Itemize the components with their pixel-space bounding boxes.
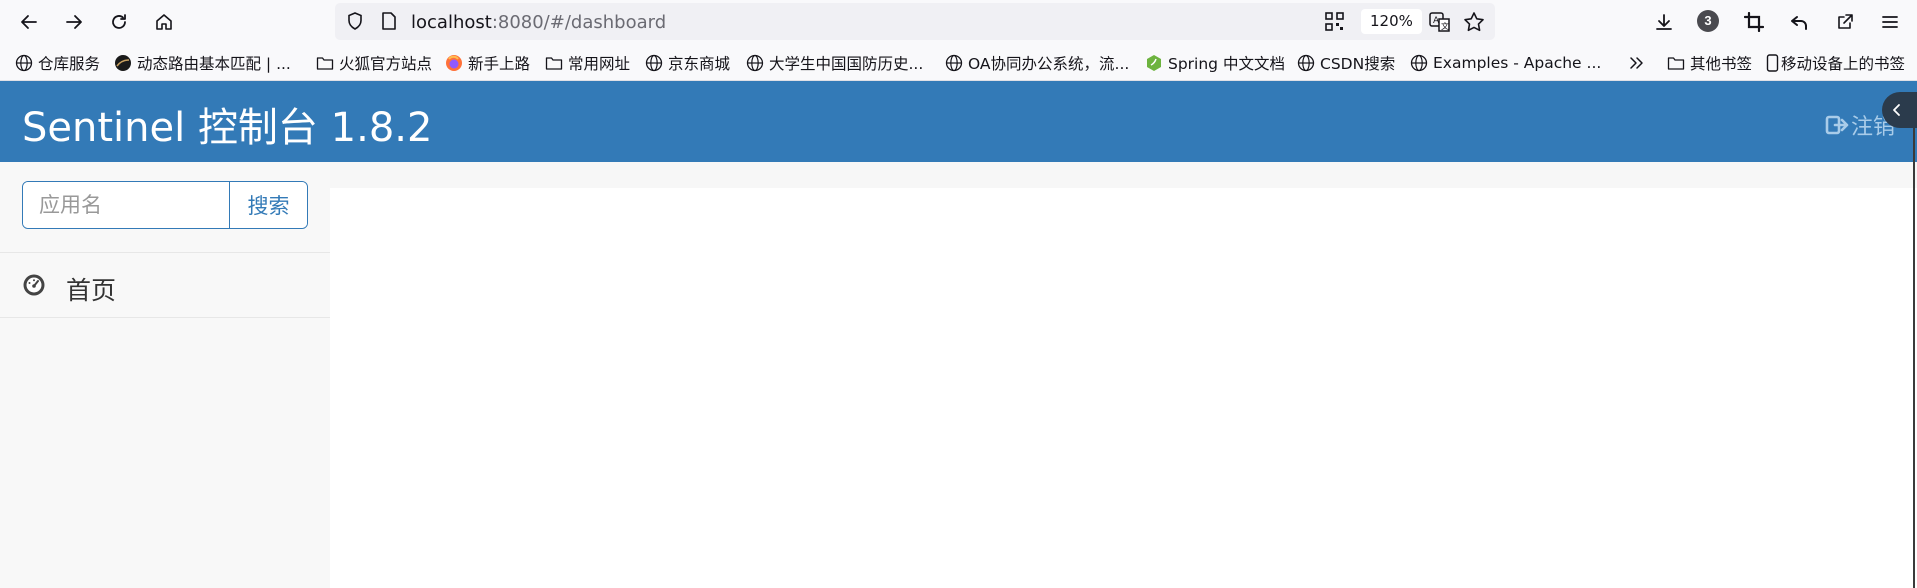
app-header: Sentinel 控制台 1.8.2 注销 (0, 81, 1917, 162)
share-icon (1838, 14, 1853, 29)
dashboard-icon (23, 274, 45, 296)
qr-code-icon[interactable] (1325, 12, 1344, 31)
menu-icon (1882, 16, 1898, 28)
content-top-strip (330, 162, 1917, 188)
globe-icon (746, 54, 764, 72)
firefox-icon (445, 54, 463, 72)
undo-icon (1791, 16, 1807, 30)
globe-icon (945, 54, 963, 72)
bookmark-label: CSDN搜索 (1320, 55, 1396, 73)
back-button[interactable] (13, 6, 45, 38)
bookmark-item[interactable]: Spring 中文文档 (1145, 52, 1285, 74)
sidebar: 搜索 首页 (0, 162, 330, 588)
reload-button[interactable] (103, 6, 135, 38)
bookmark-label: 仓库服务 (38, 55, 101, 73)
url-path: :8080/#/dashboard (491, 12, 667, 33)
home-button[interactable] (148, 6, 180, 38)
site-favicon-icon (114, 54, 132, 72)
bookmark-label: 移动设备上的书签 (1781, 55, 1906, 73)
bookmark-label: 动态路由基本匹配 | ... (137, 55, 291, 73)
zoom-level[interactable]: 120% (1361, 9, 1422, 34)
bookmark-label: 京东商城 (668, 55, 731, 73)
app-name-search-input[interactable] (23, 182, 229, 228)
bookmark-item[interactable]: 京东商城 (645, 52, 730, 74)
bookmark-item[interactable]: OA协同办公系统，流... (945, 52, 1129, 74)
bookmark-folder[interactable]: 常用网址 (545, 52, 630, 74)
bookmark-folder[interactable]: 火狐官方站点 (316, 52, 432, 74)
bookmark-label: Spring 中文文档 (1168, 55, 1285, 73)
bookmark-label: 常用网址 (568, 55, 631, 73)
globe-icon (1297, 54, 1315, 72)
chevron-left-icon (1893, 104, 1900, 116)
undo-button[interactable] (1783, 6, 1815, 38)
sidebar-collapse-toggle[interactable] (1882, 92, 1917, 128)
bookmark-label: 大学生中国国防历史... (769, 55, 924, 73)
bookmark-label: Examples - Apache ... (1433, 54, 1602, 72)
globe-icon (645, 54, 663, 72)
folder-icon (316, 54, 334, 72)
globe-icon (15, 54, 33, 72)
share-button[interactable] (1829, 6, 1861, 38)
bookmark-label: 新手上路 (468, 55, 531, 73)
crop-button[interactable] (1738, 6, 1770, 38)
back-icon (21, 15, 37, 29)
spring-icon (1145, 54, 1163, 72)
bookmark-folder-other[interactable]: 其他书签 (1667, 52, 1752, 74)
downloads-button[interactable] (1648, 6, 1680, 38)
search-button[interactable]: 搜索 (229, 182, 307, 228)
url-host: localhost (411, 12, 492, 33)
forward-icon (66, 15, 82, 29)
bookmark-item[interactable]: 动态路由基本匹配 | ... (114, 52, 291, 74)
bookmark-item[interactable]: 新手上路 (445, 52, 530, 74)
bookmark-label: 火狐官方站点 (339, 55, 433, 73)
extensions-badge[interactable]: 3 (1697, 10, 1719, 32)
dashboard-content (330, 188, 1913, 588)
sidebar-item-home[interactable]: 首页 (0, 253, 330, 316)
svg-text:文: 文 (1441, 21, 1449, 31)
bookmark-item[interactable]: 大学生中国国防历史... (746, 52, 923, 74)
bookmark-folder-mobile[interactable]: 移动设备上的书签 (1766, 52, 1905, 74)
app-search-group: 搜索 (22, 181, 308, 229)
bookmarks-bar: 仓库服务 动态路由基本匹配 | ... 火狐官方站点 新手上路 常用网址 京东商… (0, 43, 1917, 81)
bookmark-item[interactable]: Examples - Apache ... (1410, 52, 1601, 74)
home-icon (156, 14, 172, 30)
sidebar-divider (0, 317, 330, 318)
mobile-device-icon (1766, 54, 1779, 72)
bookmark-label: 其他书签 (1690, 55, 1753, 73)
bookmark-label: OA协同办公系统，流... (968, 55, 1130, 73)
app-title[interactable]: Sentinel 控制台 1.8.2 (22, 95, 432, 153)
menu-button[interactable] (1874, 6, 1906, 38)
browser-toolbar: localhost:8080/#/dashboard 120% A文 3 (0, 0, 1917, 43)
reload-icon (112, 14, 126, 29)
star-icon[interactable] (1463, 11, 1485, 33)
url-text[interactable]: localhost:8080/#/dashboard (411, 12, 666, 33)
shield-icon[interactable] (345, 11, 365, 31)
bookmark-item[interactable]: 仓库服务 (15, 52, 100, 74)
folder-icon (1667, 54, 1685, 72)
sidebar-item-label: 首页 (66, 276, 117, 305)
chevrons-right-icon (1628, 54, 1646, 72)
bookmarks-overflow-button[interactable] (1628, 52, 1651, 74)
crop-icon (1744, 12, 1764, 32)
download-icon (1656, 14, 1672, 30)
url-bar[interactable]: localhost:8080/#/dashboard 120% A文 (335, 3, 1495, 40)
globe-icon (1410, 54, 1428, 72)
folder-icon (545, 54, 563, 72)
forward-button[interactable] (58, 6, 90, 38)
translate-icon[interactable]: A文 (1429, 11, 1451, 33)
scrollbar-edge (1913, 128, 1915, 588)
sign-out-icon (1825, 115, 1849, 135)
page-icon[interactable] (380, 11, 398, 31)
bookmark-item[interactable]: CSDN搜索 (1297, 52, 1395, 74)
